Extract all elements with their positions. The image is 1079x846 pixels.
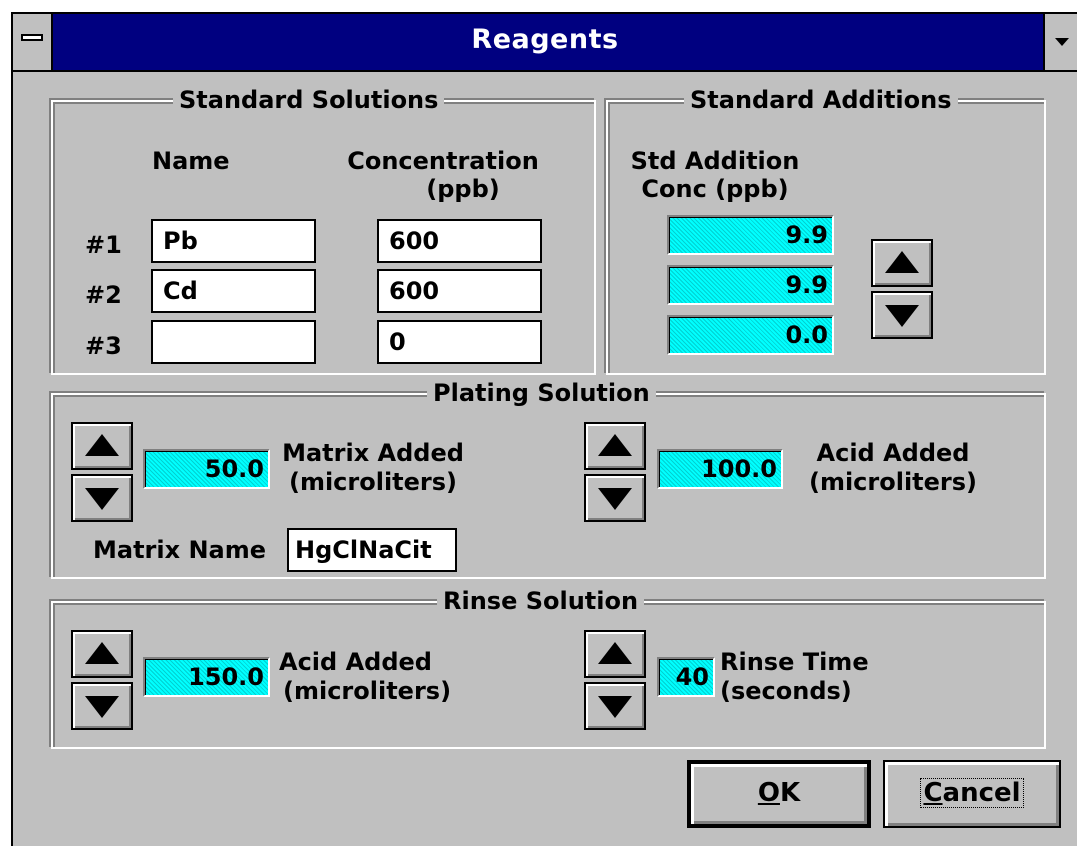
title-bar[interactable]: Reagents (13, 14, 1077, 72)
triangle-up-icon (85, 434, 119, 456)
triangle-down-icon (85, 696, 119, 718)
matrix-name-label: Matrix Name (93, 536, 267, 564)
standard-additions-group: Standard Additions Std Addition Conc (pp… (606, 86, 1046, 375)
standard-solutions-group: Standard Solutions Name Concentration (p… (51, 86, 596, 375)
concentration-unit-label: (ppb) (426, 175, 500, 203)
name-column-header: Name (152, 147, 230, 175)
std-1-name-input[interactable]: Pb (151, 219, 316, 263)
std-1-concentration-input[interactable]: 600 (377, 219, 542, 263)
triangle-up-icon (885, 251, 919, 273)
triangle-down-icon (598, 696, 632, 718)
reagents-dialog: Reagents Standard Solutions Name Concent… (11, 12, 1077, 846)
std-3-name-input[interactable] (151, 320, 316, 364)
minimize-button[interactable] (1043, 14, 1077, 70)
row-3-label: #3 (85, 332, 122, 360)
plating-acid-down-button[interactable] (584, 474, 646, 522)
ok-button[interactable]: OK (687, 760, 871, 828)
std-2-name-input[interactable]: Cd (151, 269, 316, 313)
row-1-label: #1 (85, 231, 122, 259)
std-addition-3-value: 0.0 (667, 315, 834, 355)
triangle-down-icon (1055, 38, 1069, 46)
rinse-acid-unit-label: (microliters) (283, 677, 452, 705)
concentration-column-header: Concentration (347, 147, 539, 175)
plating-acid-spinner (584, 422, 646, 522)
plating-acid-up-button[interactable] (584, 422, 646, 470)
triangle-down-icon (85, 488, 119, 510)
rinse-time-unit-label: (seconds) (720, 677, 852, 705)
matrix-added-value: 50.0 (143, 449, 270, 489)
rinse-time-spinner (584, 630, 646, 730)
rinse-acid-down-button[interactable] (71, 682, 133, 730)
triangle-down-icon (598, 488, 632, 510)
row-2-label: #2 (85, 281, 122, 309)
ok-label: K (779, 778, 801, 808)
rinse-time-value: 40 (657, 657, 715, 697)
rinse-acid-spinner (71, 630, 133, 730)
cancel-focus-ring: Cancel (920, 778, 1024, 808)
std-addition-spinner (871, 239, 933, 339)
matrix-added-spinner (71, 422, 133, 522)
triangle-up-icon (85, 642, 119, 664)
matrix-added-label: Matrix Added (282, 439, 464, 467)
rinse-time-up-button[interactable] (584, 630, 646, 678)
std-addition-1-value: 9.9 (667, 215, 834, 255)
std-addition-unit-label: Conc (ppb) (641, 175, 789, 203)
plating-acid-value: 100.0 (657, 449, 783, 489)
ok-mnemonic: O (757, 778, 780, 808)
plating-solution-group: Plating Solution 50.0 Matrix Added (micr… (51, 379, 1046, 579)
rinse-acid-up-button[interactable] (71, 630, 133, 678)
plating-acid-label: Acid Added (816, 439, 970, 467)
plating-solution-legend: Plating Solution (427, 379, 656, 407)
std-addition-up-button[interactable] (871, 239, 933, 287)
rinse-time-label: Rinse Time (720, 648, 869, 676)
cancel-label: ancel (942, 778, 1021, 808)
cancel-button[interactable]: Cancel (883, 760, 1061, 828)
rinse-acid-value: 150.0 (143, 657, 270, 697)
rinse-solution-group: Rinse Solution 150.0 Acid Added (microli… (51, 587, 1046, 749)
matrix-added-up-button[interactable] (71, 422, 133, 470)
matrix-added-down-button[interactable] (71, 474, 133, 522)
rinse-acid-label: Acid Added (279, 648, 432, 676)
standard-additions-legend: Standard Additions (684, 86, 958, 114)
matrix-added-unit-label: (microliters) (288, 468, 458, 496)
std-2-concentration-input[interactable]: 600 (377, 269, 542, 313)
std-3-concentration-input[interactable]: 0 (377, 320, 542, 364)
plating-acid-unit-label: (microliters) (808, 468, 978, 496)
standard-solutions-legend: Standard Solutions (173, 86, 445, 114)
std-addition-2-value: 9.9 (667, 265, 834, 305)
rinse-solution-legend: Rinse Solution (437, 587, 645, 615)
rinse-time-down-button[interactable] (584, 682, 646, 730)
matrix-name-input[interactable]: HgClNaCit (287, 528, 457, 572)
triangle-up-icon (598, 434, 632, 456)
triangle-up-icon (598, 642, 632, 664)
std-addition-down-button[interactable] (871, 291, 933, 339)
window-title: Reagents (471, 24, 619, 55)
cancel-mnemonic: C (923, 778, 943, 808)
triangle-down-icon (885, 305, 919, 327)
std-addition-header: Std Addition (630, 147, 800, 175)
